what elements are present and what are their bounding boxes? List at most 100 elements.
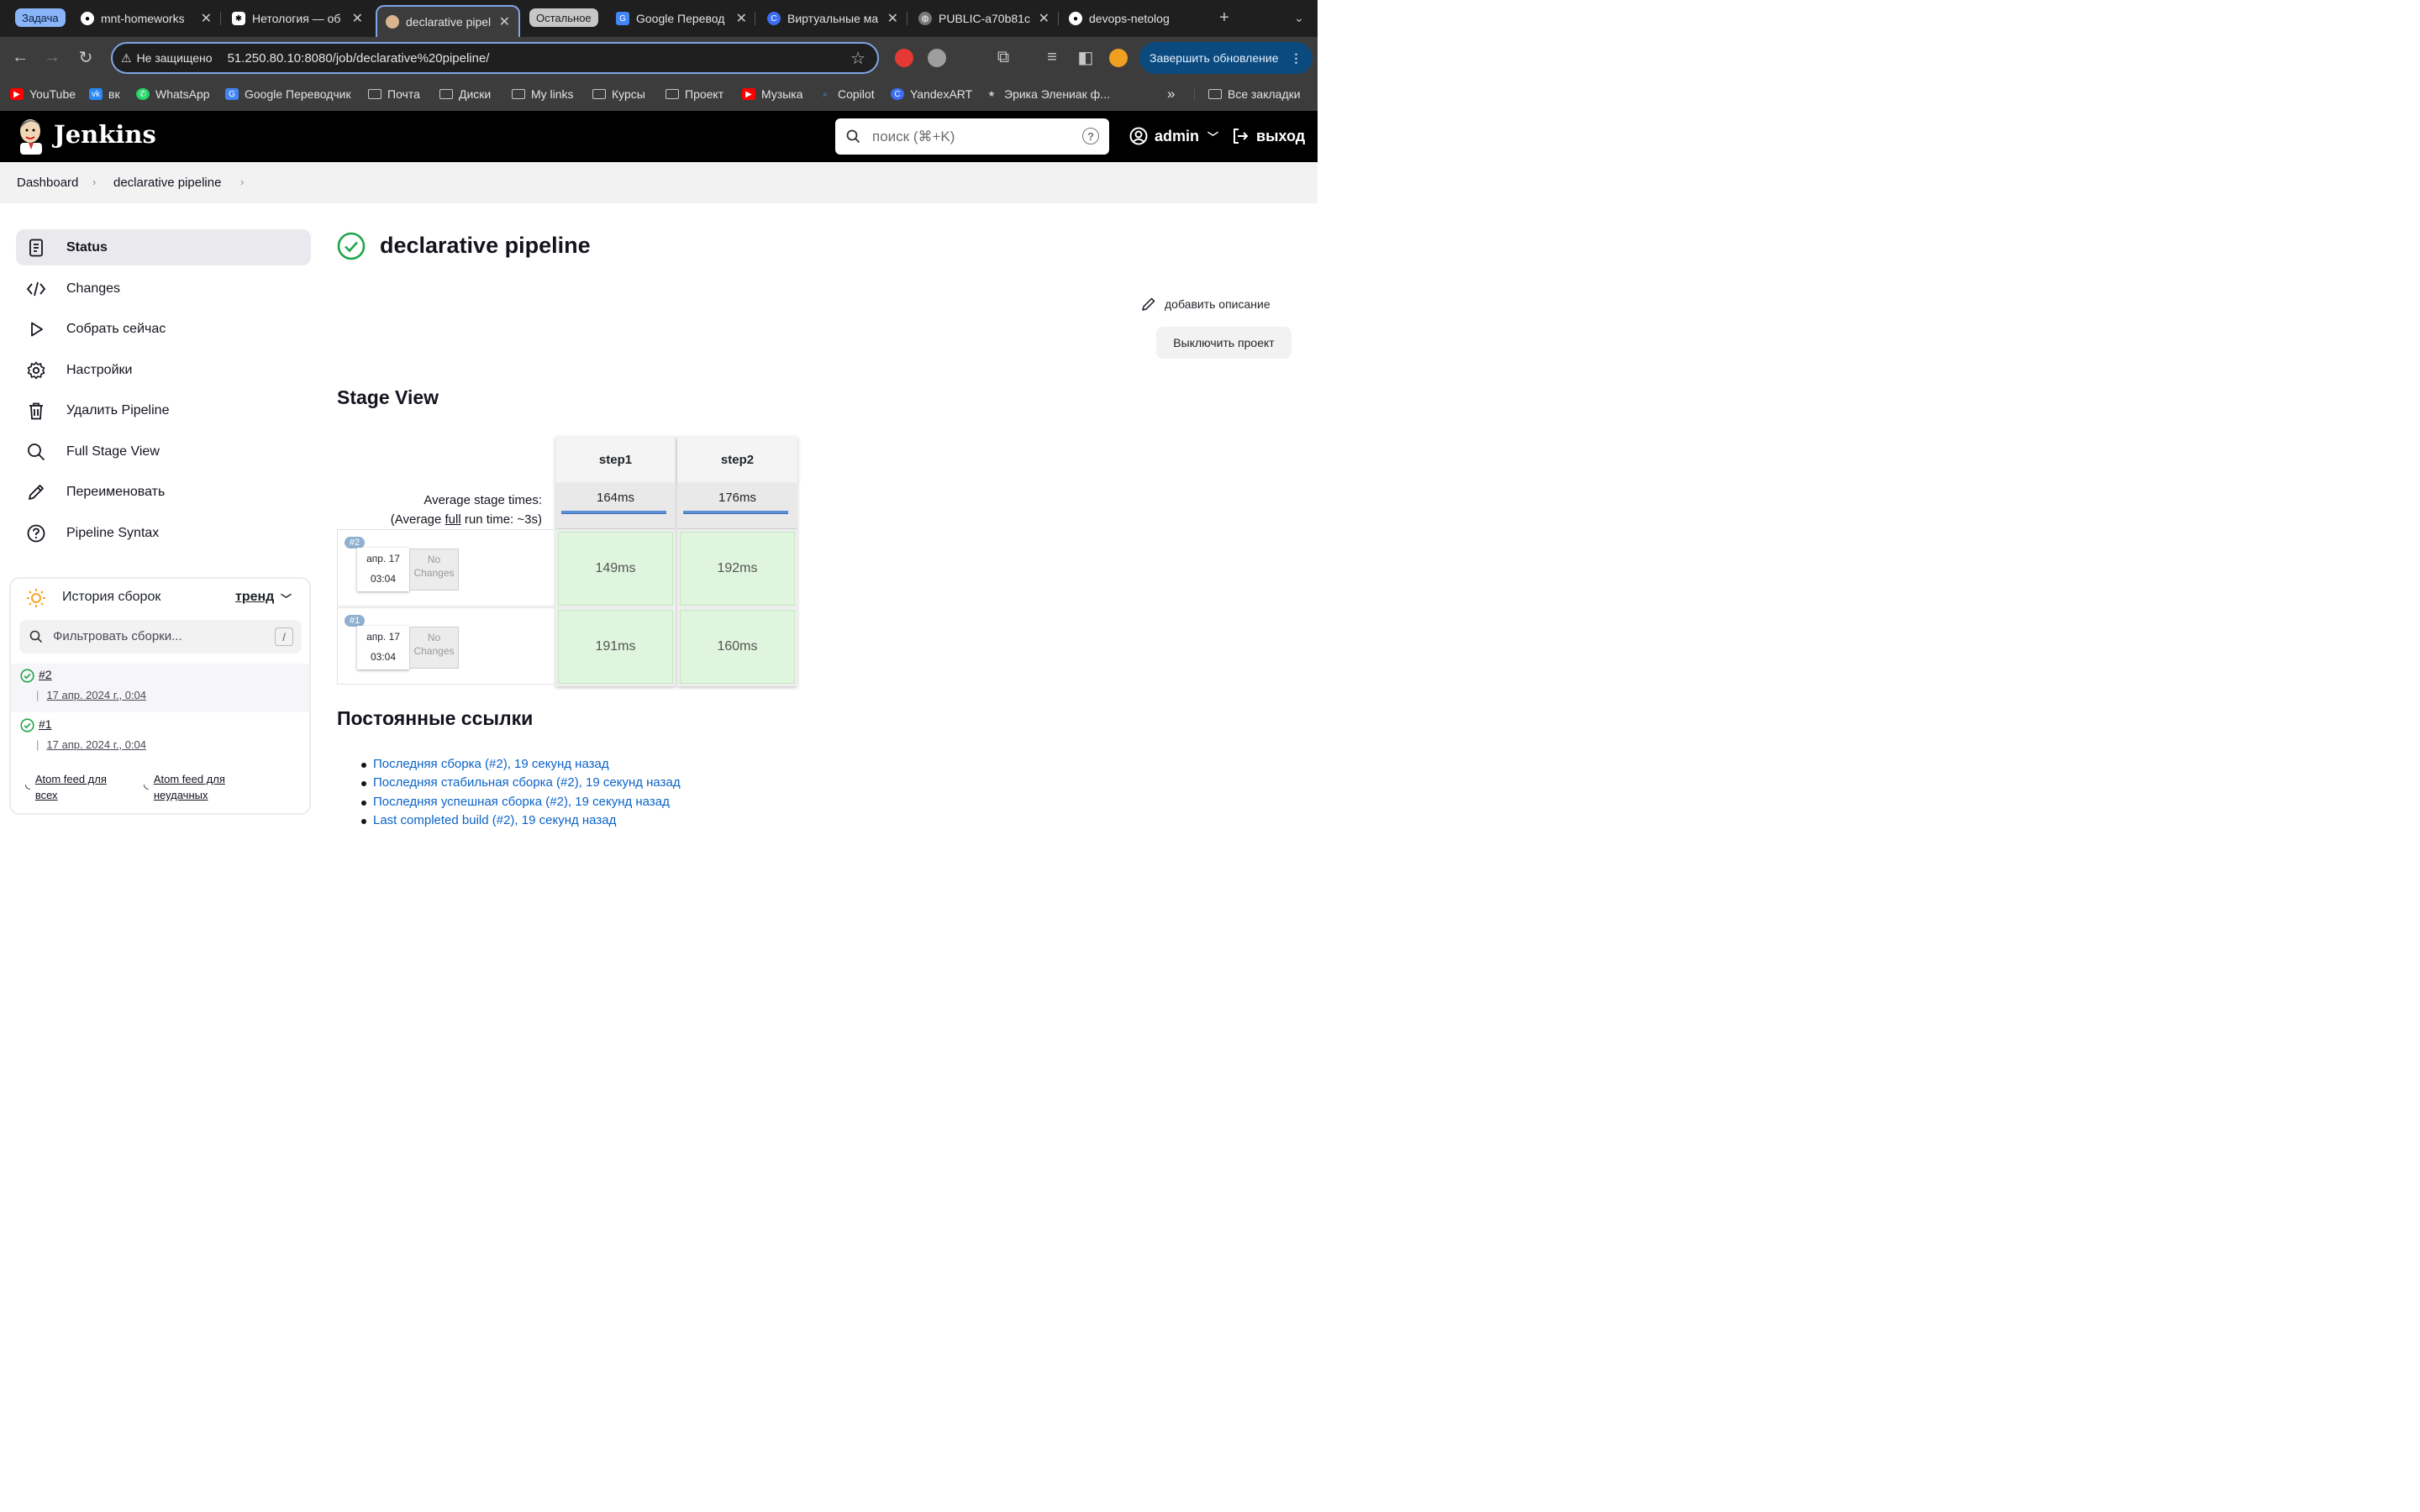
build-badge[interactable]: #1 [345, 615, 366, 627]
bookmark-folder-courses[interactable]: Курсы [592, 87, 645, 102]
close-tab-icon[interactable]: ✕ [499, 13, 510, 30]
build-badge[interactable]: #2 [345, 537, 366, 549]
sidebar-item-rename[interactable]: Переименовать [16, 474, 311, 510]
tab-group-other[interactable]: Остальное [529, 8, 598, 27]
sidebar-item-delete-pipeline[interactable]: Удалить Pipeline [16, 392, 311, 428]
not-secure-indicator[interactable]: ⚠ Не защищено [121, 51, 213, 66]
tab-declarative-pipeline[interactable]: declarative pipel ✕ [376, 5, 520, 37]
bookmark-google-translate[interactable]: G Google Переводчик [225, 87, 351, 102]
more-bookmarks-chevron-icon[interactable]: » [1167, 86, 1175, 102]
sidebar-item-status[interactable]: Status [16, 229, 311, 265]
stage-average-step1: 164ms [555, 483, 676, 528]
run-changes[interactable]: No Changes [409, 549, 459, 591]
tab-devops-netology[interactable]: ● devops-netolog [1069, 7, 1200, 30]
breadcrumb-dashboard[interactable]: Dashboard [17, 176, 78, 190]
bookmark-folder-disks[interactable]: Диски [439, 87, 491, 102]
new-tab-icon[interactable]: + [1214, 8, 1234, 28]
close-tab-icon[interactable]: ✕ [201, 10, 212, 27]
side-panel-icon[interactable]: ◧ [1076, 47, 1096, 67]
media-controls-icon[interactable]: ≡ [1042, 47, 1062, 67]
logout-link[interactable]: выход [1231, 127, 1305, 145]
address-bar[interactable]: ⚠ Не защищено 51.250.80.10:8080/job/decl… [111, 42, 879, 74]
close-tab-icon[interactable]: ✕ [1039, 10, 1050, 27]
bookmark-folder-my-links[interactable]: My links [512, 87, 574, 102]
close-tab-icon[interactable]: ✕ [887, 10, 898, 27]
star-icon: ★ [987, 89, 996, 99]
folder-icon [368, 89, 381, 99]
jenkins-logo-text[interactable]: Jenkins [54, 120, 156, 149]
bookmark-star-icon[interactable]: ☆ [850, 48, 865, 69]
build-number-link[interactable]: #1 [39, 717, 52, 731]
stage-cell[interactable]: 191ms [558, 610, 673, 684]
sidebar-item-pipeline-syntax[interactable]: Pipeline Syntax [16, 515, 311, 551]
help-icon[interactable]: ? [1082, 128, 1099, 144]
sidebar-item-changes[interactable]: Changes [16, 270, 311, 307]
build-date-link[interactable]: 17 апр. 2024 г., 0:04 [36, 738, 146, 751]
jenkins-header [0, 111, 1318, 162]
build-number-link[interactable]: #2 [39, 668, 52, 681]
chevron-down-icon: ﹀ [1207, 130, 1219, 144]
bookmark-vk[interactable]: vk вк [89, 87, 120, 102]
tab-netology[interactable]: ✱ Нетология — об ✕ [232, 7, 363, 30]
permalink-last-stable[interactable]: Последняя стабильная сборка (#2), 19 сек… [373, 775, 681, 790]
url-text[interactable]: 51.250.80.10:8080/job/declarative%20pipe… [228, 51, 490, 66]
profile-avatar[interactable] [1109, 49, 1128, 67]
permalink-last-completed[interactable]: Last completed build (#2), 19 секунд наз… [373, 813, 616, 827]
build-history-row[interactable]: #2 17 апр. 2024 г., 0:04 [11, 664, 309, 712]
list-bullet [361, 819, 366, 824]
code-icon [26, 279, 46, 299]
sidebar-item-settings[interactable]: Настройки [16, 352, 311, 388]
bookmark-folder-project[interactable]: Проект [666, 87, 723, 102]
build-date-link[interactable]: 17 апр. 2024 г., 0:04 [36, 689, 146, 701]
reload-icon[interactable]: ↻ [76, 47, 96, 67]
global-search-input[interactable]: поиск (⌘+K) ? [835, 118, 1109, 155]
disable-project-button[interactable]: Выключить проект [1156, 327, 1292, 359]
chevron-right-icon[interactable]: › [240, 176, 244, 188]
bookmark-folder-mail[interactable]: Почта [368, 87, 420, 102]
tab-virtual-machines[interactable]: C Виртуальные ма ✕ [767, 7, 898, 30]
stage-cell[interactable]: 192ms [680, 532, 795, 606]
tab-google-translate[interactable]: G Google Перевод ✕ [616, 7, 747, 30]
filter-builds-input[interactable]: Фильтровать сборки... / [19, 620, 302, 654]
build-history-title: История сборок [62, 590, 161, 604]
close-tab-icon[interactable]: ✕ [352, 10, 363, 27]
copilot-icon: ⌕ [823, 89, 828, 99]
sidebar-item-full-stage-view[interactable]: Full Stage View [16, 433, 311, 470]
permalink-last-successful[interactable]: Последняя успешная сборка (#2), 19 секун… [373, 795, 670, 809]
bookmark-yandexart[interactable]: C YandexART [891, 87, 972, 102]
add-description-link[interactable]: добавить описание [1141, 297, 1270, 312]
run-changes[interactable]: No Changes [409, 627, 459, 669]
stage-average-bar [683, 511, 788, 514]
extensions-puzzle-icon[interactable]: ⧉ [993, 47, 1013, 67]
bookmark-youtube[interactable]: ▶ YouTube [10, 87, 76, 102]
bookmark-copilot[interactable]: ⌕ Copilot [818, 87, 874, 102]
bookmark-music[interactable]: ▶ Музыка [742, 87, 803, 102]
tab-public-ip[interactable]: ◍ PUBLIC-a70b81c ✕ [918, 7, 1050, 30]
sidebar-item-build-now[interactable]: Собрать сейчас [16, 311, 311, 347]
atom-feed-all-link[interactable]: ◟ Atom feed для всех [25, 771, 107, 803]
close-tab-icon[interactable]: ✕ [736, 10, 747, 27]
stage-cell[interactable]: 149ms [558, 532, 673, 606]
tab-search-chevron-icon[interactable]: ⌄ [1289, 8, 1309, 28]
bookmark-all[interactable]: Все закладки [1208, 87, 1301, 102]
user-menu[interactable]: admin ﹀ [1129, 127, 1218, 145]
forward-icon[interactable]: → [42, 47, 62, 67]
success-check-icon [337, 232, 366, 260]
atom-feed-failed-link[interactable]: ◟ Atom feed для неудачных [144, 771, 225, 803]
build-history-row[interactable]: #1 17 апр. 2024 г., 0:04 [11, 713, 309, 762]
tab-mnt-homeworks[interactable]: ● mnt-homeworks ✕ [81, 7, 212, 30]
back-icon[interactable]: ← [10, 47, 30, 67]
extension-glasses-icon[interactable] [928, 49, 946, 67]
permalink-last-build[interactable]: Последняя сборка (#2), 19 секунд назад [373, 757, 609, 771]
breadcrumb-declarative-pipeline[interactable]: declarative pipeline [113, 176, 221, 190]
tab-group-task[interactable]: Задача [15, 8, 66, 27]
finish-update-button[interactable]: Завершить обновление ⋮ [1139, 42, 1313, 74]
bookmark-erika[interactable]: ★ Эрика Элениак ф... [985, 87, 1110, 102]
adblock-extension-icon[interactable] [895, 49, 913, 67]
full-run-time-link[interactable]: full [445, 512, 461, 527]
stage-cell[interactable]: 160ms [680, 610, 795, 684]
chevron-down-icon[interactable]: ﹀ [281, 591, 292, 606]
jenkins-butler-logo-icon[interactable] [17, 118, 45, 155]
bookmark-whatsapp[interactable]: ✆ WhatsApp [136, 87, 210, 102]
trend-link[interactable]: тренд [235, 590, 274, 605]
